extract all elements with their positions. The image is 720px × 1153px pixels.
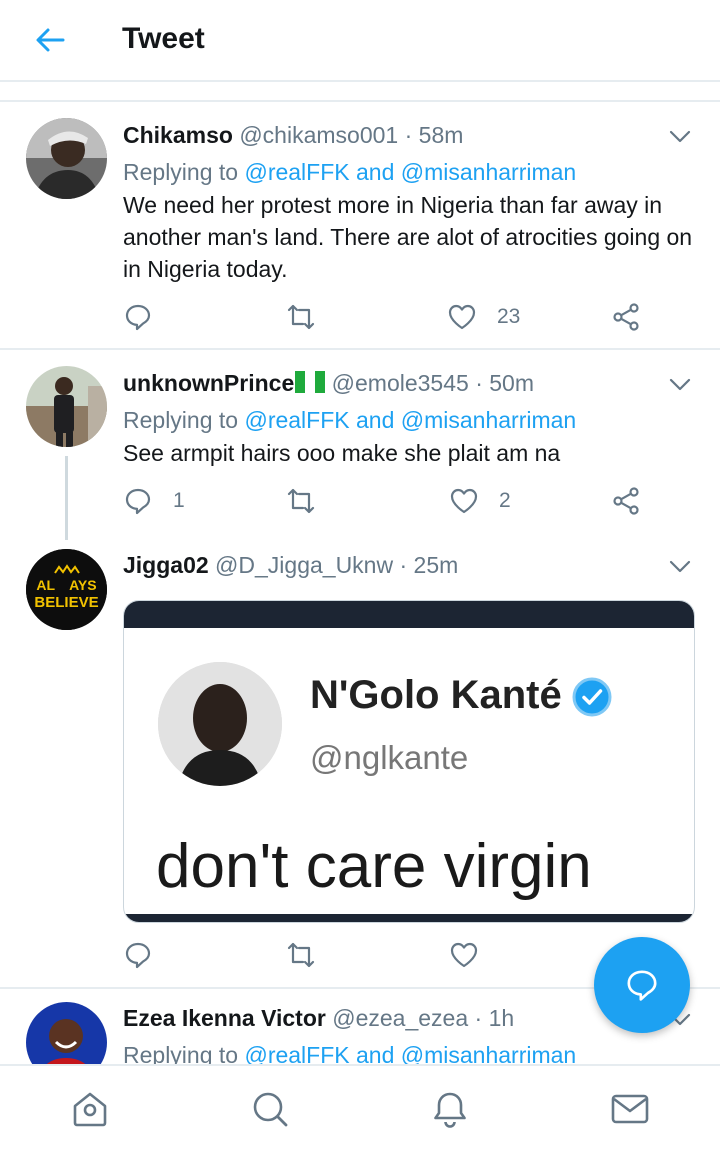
nav-notifications[interactable] (429, 1088, 471, 1130)
compose-reply-icon (627, 970, 657, 1001)
mention-link[interactable]: @realFFK (244, 407, 349, 433)
share-icon (613, 303, 639, 331)
like-button[interactable]: 2 (449, 484, 511, 518)
like-button[interactable]: 23 (447, 300, 520, 334)
notifications-icon (434, 1092, 466, 1128)
reply-button[interactable] (123, 938, 153, 972)
mention-link[interactable]: @realFFK (244, 1042, 349, 1064)
avatar[interactable] (26, 1002, 107, 1064)
tweet-actions: 23 (123, 300, 643, 334)
display-name[interactable]: Ezea Ikenna Victor (123, 1005, 326, 1031)
compose-reply-button[interactable] (594, 937, 690, 1033)
nigeria-flag-icon (295, 371, 326, 393)
search-icon (253, 1092, 288, 1127)
retweet-icon (287, 304, 315, 330)
tweet-text: See armpit hairs ooo make she plait am n… (123, 440, 561, 466)
media-avatar (158, 662, 282, 786)
reply-button[interactable]: 1 (123, 484, 185, 518)
heart-icon (450, 488, 478, 514)
tweet-text: We need her protest more in Nigeria than… (123, 192, 693, 282)
share-icon (613, 487, 639, 515)
bottom-navigation (0, 1064, 720, 1153)
nav-home[interactable] (69, 1088, 111, 1130)
timestamp: 1h (488, 1005, 515, 1031)
heart-icon (450, 942, 478, 968)
retweet-button[interactable] (285, 300, 337, 334)
display-name[interactable]: unknownPrince (123, 370, 294, 396)
share-button[interactable] (611, 300, 641, 334)
tweet-media-image[interactable]: N'Golo Kanté @nglkante don't care virgin (123, 600, 695, 923)
chevron-down-icon[interactable] (668, 554, 692, 578)
handle: @ezea_ezea (332, 1005, 469, 1031)
tweet-card[interactable]: Chikamso @chikamso001 · 58m Replying to … (0, 102, 720, 348)
media-display-name: N'Golo Kanté (310, 673, 612, 718)
verified-badge-icon (572, 677, 612, 717)
page-title: Tweet (122, 22, 205, 55)
mention-link[interactable]: @misanharriman (401, 407, 576, 433)
timestamp: 50m (489, 370, 535, 396)
mention-link[interactable]: @realFFK (244, 159, 349, 185)
nav-search[interactable] (249, 1088, 291, 1130)
avatar-text: AL (36, 577, 55, 593)
handle: @chikamso001 (239, 122, 399, 148)
heart-icon (448, 304, 476, 330)
media-handle: @nglkante (310, 739, 469, 776)
timestamp: 58m (418, 122, 464, 148)
media-caption: don't care virgin (156, 832, 592, 901)
replying-to: Replying to @realFFK and @misanharriman (123, 1040, 694, 1064)
avatar[interactable] (26, 366, 107, 447)
display-name[interactable]: Chikamso (123, 122, 233, 148)
nav-messages[interactable] (609, 1088, 651, 1130)
retweet-icon (287, 488, 315, 514)
retweet-button[interactable] (285, 938, 317, 972)
share-button[interactable] (611, 484, 641, 518)
like-button[interactable] (449, 938, 479, 972)
home-icon (73, 1092, 107, 1127)
timestamp: 25m (413, 552, 459, 578)
tweet-actions (123, 938, 643, 972)
avatar[interactable] (26, 118, 107, 199)
media-bottom-bar (124, 914, 694, 922)
reply-count: 1 (173, 489, 185, 512)
tweet-meta: Chikamso @chikamso001 · 58m (123, 122, 464, 148)
reply-icon (125, 304, 151, 331)
like-count: 2 (499, 489, 511, 512)
mention-link[interactable]: @misanharriman (401, 159, 576, 185)
tweet-card[interactable]: unknownPrince @emole3545 · 50m Replying … (0, 350, 720, 540)
display-name[interactable]: Jigga02 (123, 552, 209, 578)
mention-link[interactable]: @misanharriman (401, 1042, 576, 1064)
avatar[interactable]: AL AYS BELIEVE (26, 549, 107, 630)
chevron-down-icon[interactable] (668, 124, 692, 148)
tweet-meta: unknownPrince @emole3545 · 50m (123, 370, 535, 396)
avatar-text: BELIEVE (34, 594, 98, 611)
arrow-left-icon (36, 28, 65, 52)
replying-to: Replying to @realFFK and @misanharriman (123, 159, 577, 185)
media-top-bar (124, 601, 694, 628)
handle: @D_Jigga_Uknw (215, 552, 394, 578)
tweet-actions: 1 2 (123, 484, 643, 518)
tweet-meta: Jigga02 @D_Jigga_Uknw · 25m (123, 552, 459, 578)
messages-icon (611, 1094, 649, 1124)
top-app-bar: Tweet (0, 0, 720, 82)
handle: @emole3545 (331, 370, 469, 396)
reply-icon (125, 488, 151, 515)
back-button[interactable] (30, 20, 70, 60)
like-count: 23 (497, 305, 521, 328)
retweet-button[interactable] (285, 484, 337, 518)
replying-to: Replying to @realFFK and @misanharriman (123, 407, 577, 433)
thread-line (65, 456, 68, 540)
retweet-icon (287, 942, 315, 968)
reply-button[interactable] (123, 300, 173, 334)
chevron-down-icon[interactable] (668, 372, 692, 396)
reply-icon (125, 942, 151, 969)
